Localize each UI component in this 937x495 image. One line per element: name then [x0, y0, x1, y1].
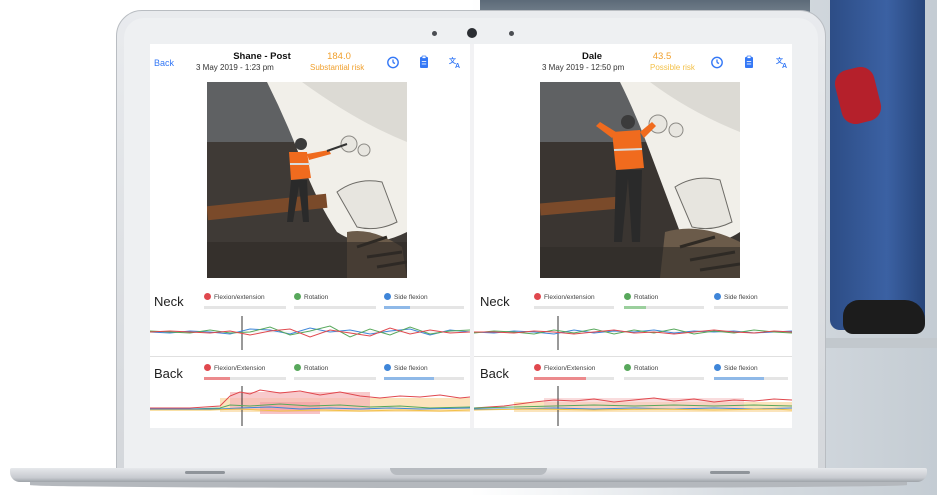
side-flexion-track — [714, 306, 788, 309]
camera-icon — [467, 28, 477, 38]
rotation-dot — [294, 364, 301, 371]
flexion-track — [204, 306, 286, 309]
side-flexion-fill — [384, 306, 410, 309]
stage: Back Shane - Post 3 May 2019 - 1:23 pm 1… — [0, 0, 937, 495]
legend-rotation: Rotation — [294, 364, 328, 372]
legend-label: Rotation — [304, 294, 329, 301]
svg-text:A: A — [455, 63, 460, 69]
neck-line-plot — [474, 316, 792, 350]
clipboard-icon[interactable] — [417, 55, 431, 69]
rotation-dot — [624, 364, 631, 371]
background-worker-shoe — [843, 300, 925, 334]
side-flexion-fill — [384, 377, 434, 380]
neck-chart: Neck Flexion/extension Rotation Side fle… — [474, 288, 792, 354]
back-chart: Back Flexion/Extension Rotation Side fle… — [150, 358, 470, 428]
neck-line-plot — [150, 316, 470, 350]
risk-score: 184.0 — [327, 51, 351, 62]
chart-title: Neck — [480, 294, 510, 309]
back-line-plot — [150, 386, 470, 426]
legend-side-flexion: Side flexion — [384, 293, 428, 301]
divider — [474, 356, 792, 357]
legend-flexion: Flexion/extension — [204, 293, 265, 301]
clipboard-icon[interactable] — [742, 55, 756, 69]
assessment-date: 3 May 2019 - 1:23 pm — [196, 63, 274, 72]
assessment-date: 3 May 2019 - 12:50 pm — [542, 63, 625, 72]
legend-label: Flexion/Extension — [544, 365, 596, 372]
back-line-plot — [474, 386, 792, 426]
laptop-sensor-dot — [432, 31, 437, 36]
laptop-sensor-dot — [509, 31, 514, 36]
rotation-track — [294, 306, 376, 309]
legend-label: Flexion/extension — [544, 294, 595, 301]
legend-label: Side flexion — [724, 294, 758, 301]
flexion-dot — [204, 364, 211, 371]
worker-name: Dale — [581, 51, 603, 62]
back-chart: Back Flexion/Extension Rotation Side fle… — [474, 358, 792, 428]
svg-text:A: A — [782, 63, 787, 69]
legend-flexion: Flexion/extension — [534, 293, 595, 301]
flexion-track — [534, 306, 614, 309]
timer-icon[interactable] — [710, 55, 724, 69]
worker-name: Shane - Post — [233, 51, 291, 62]
chart-title: Back — [480, 366, 509, 381]
risk-level: Substantial risk — [310, 63, 365, 72]
flexion-dot — [534, 364, 541, 371]
laptop-foot — [185, 471, 225, 474]
assessment-pane-right: Dale 3 May 2019 - 12:50 pm 43.5 Possible… — [474, 44, 792, 428]
legend-side-flexion: Side flexion — [714, 364, 758, 372]
legend-label: Rotation — [634, 294, 659, 301]
chart-title: Neck — [154, 294, 184, 309]
flexion-dot — [204, 293, 211, 300]
app-screen: Back Shane - Post 3 May 2019 - 1:23 pm 1… — [150, 44, 792, 428]
legend-label: Rotation — [304, 365, 329, 372]
background-worker — [830, 0, 925, 330]
back-button[interactable]: Back — [154, 58, 174, 68]
side-flexion-dot — [384, 364, 391, 371]
laptop-notch — [390, 468, 547, 475]
side-flexion-fill — [714, 377, 764, 380]
divider — [150, 356, 470, 357]
assessment-pane-left: Back Shane - Post 3 May 2019 - 1:23 pm 1… — [150, 44, 470, 428]
side-flexion-dot — [714, 364, 721, 371]
rotation-dot — [624, 293, 631, 300]
neck-chart: Neck Flexion/extension Rotation Side fle… — [150, 288, 470, 354]
rotation-track — [624, 377, 704, 380]
risk-level: Possible risk — [650, 63, 695, 72]
legend-label: Side flexion — [724, 365, 758, 372]
flexion-dot — [534, 293, 541, 300]
translate-icon[interactable]: 文 A — [448, 55, 462, 69]
risk-score: 43.5 — [652, 51, 672, 62]
legend-side-flexion: Side flexion — [714, 293, 758, 301]
legend-rotation: Rotation — [624, 293, 658, 301]
legend-flexion: Flexion/Extension — [534, 364, 595, 372]
legend-rotation: Rotation — [624, 364, 658, 372]
legend-side-flexion: Side flexion — [384, 364, 428, 372]
rotation-fill — [624, 306, 646, 309]
legend-label: Side flexion — [394, 294, 428, 301]
timer-icon[interactable] — [386, 55, 400, 69]
worker-photo — [207, 82, 407, 278]
legend-label: Rotation — [634, 365, 659, 372]
rotation-track — [294, 377, 376, 380]
side-flexion-dot — [384, 293, 391, 300]
laptop-foot — [710, 471, 750, 474]
legend-rotation: Rotation — [294, 293, 328, 301]
legend-flexion: Flexion/Extension — [204, 364, 265, 372]
rotation-dot — [294, 293, 301, 300]
side-flexion-dot — [714, 293, 721, 300]
legend-label: Flexion/Extension — [214, 365, 266, 372]
translate-icon[interactable]: 文 A — [775, 55, 789, 69]
legend-label: Flexion/extension — [214, 294, 265, 301]
flexion-fill — [534, 377, 586, 380]
flexion-fill — [204, 377, 230, 380]
worker-photo — [540, 82, 740, 278]
laptop-shadow — [30, 482, 907, 488]
legend-label: Side flexion — [394, 365, 428, 372]
chart-title: Back — [154, 366, 183, 381]
